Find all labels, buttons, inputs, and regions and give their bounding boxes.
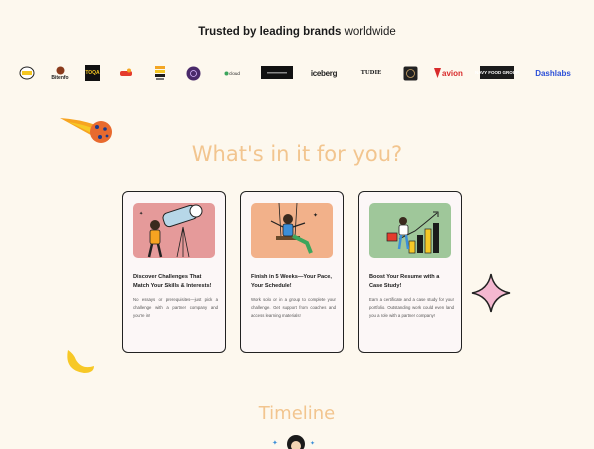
- card-description: No essays or prerequisites—just pick a c…: [133, 297, 218, 318]
- feature-card-finish: ✦ Finish in 5 Weeks—Your Pace, Your Sche…: [240, 191, 344, 353]
- card-title: Boost Your Resume with a Case Study!: [369, 274, 440, 289]
- tudie-label: TUDIE: [360, 70, 382, 76]
- dark-box-logo-icon: [261, 66, 293, 79]
- svg-text:✦: ✦: [272, 439, 278, 447]
- timeline-heading: Timeline: [258, 403, 336, 424]
- iceberg-label: iceberg: [310, 68, 338, 78]
- brand-logo-strip: Bitenfo TOQA cloud iceberg TUDIE avion N…: [18, 63, 578, 83]
- iceberg-logo-icon: iceberg: [308, 63, 340, 83]
- feature-card-boost: Boost Your Resume with a Case Study! Ear…: [358, 191, 462, 353]
- purple-circle-logo-icon: [185, 63, 201, 83]
- cloud-label: cloud: [229, 70, 240, 76]
- growth-chart-illustration-icon: [369, 203, 451, 258]
- navy-food-logo-icon: NAVY FOOD GROUP: [475, 66, 519, 79]
- cloud-logo-icon: cloud: [219, 63, 245, 83]
- card-illustration: ✦: [251, 203, 333, 258]
- sparkle-star-icon: [471, 273, 511, 313]
- card-illustration: [369, 203, 451, 258]
- toqa-logo-icon: TOQA: [85, 65, 100, 81]
- avion-logo-icon: avion: [434, 63, 464, 83]
- card-description: Work solo or in a group to complete your…: [251, 297, 336, 318]
- svg-text:✦: ✦: [313, 212, 318, 219]
- trusted-rest: worldwide: [341, 26, 396, 38]
- avion-label: avion: [442, 68, 463, 78]
- section-heading: What's in it for you?: [191, 142, 403, 166]
- card-title: Finish in 5 Weeks—Your Pace, Your Schedu…: [251, 274, 332, 289]
- feature-card-discover: ✦ Discover Challenges That Match Your Sk…: [122, 191, 226, 353]
- round-dark-logo-icon: [402, 63, 418, 83]
- svg-text:✦: ✦: [310, 440, 315, 447]
- card-description: Earn a certificate and a case study for …: [369, 297, 454, 318]
- tudie-logo-icon: TUDIE: [358, 63, 384, 83]
- trusted-heading: Trusted by leading brands worldwide: [0, 26, 594, 38]
- toqa-label: TOQA: [85, 70, 100, 76]
- navy-food-label: NAVY FOOD GROUP: [474, 70, 520, 75]
- crescent-moon-icon: [67, 350, 94, 373]
- telescope-illustration-icon: ✦: [133, 203, 215, 258]
- dashlabs-label: Dashlabs: [535, 68, 571, 78]
- card-illustration: ✦: [133, 203, 215, 258]
- bitenfo-label: Bitenfo: [51, 74, 69, 81]
- trusted-bold: Trusted by leading brands: [198, 26, 342, 38]
- badge-logo-icon: [18, 63, 36, 83]
- striped-logo-icon: [153, 63, 166, 83]
- svg-text:✦: ✦: [139, 211, 143, 217]
- red-brand-logo-icon: [119, 63, 133, 83]
- avatar-illustration-icon: ✦ ✦: [272, 435, 315, 449]
- swing-illustration-icon: ✦: [251, 203, 333, 258]
- bitenfo-logo-icon: Bitenfo: [50, 63, 70, 83]
- card-title: Discover Challenges That Match Your Skil…: [133, 274, 212, 289]
- dashlabs-logo-icon: Dashlabs: [530, 63, 576, 83]
